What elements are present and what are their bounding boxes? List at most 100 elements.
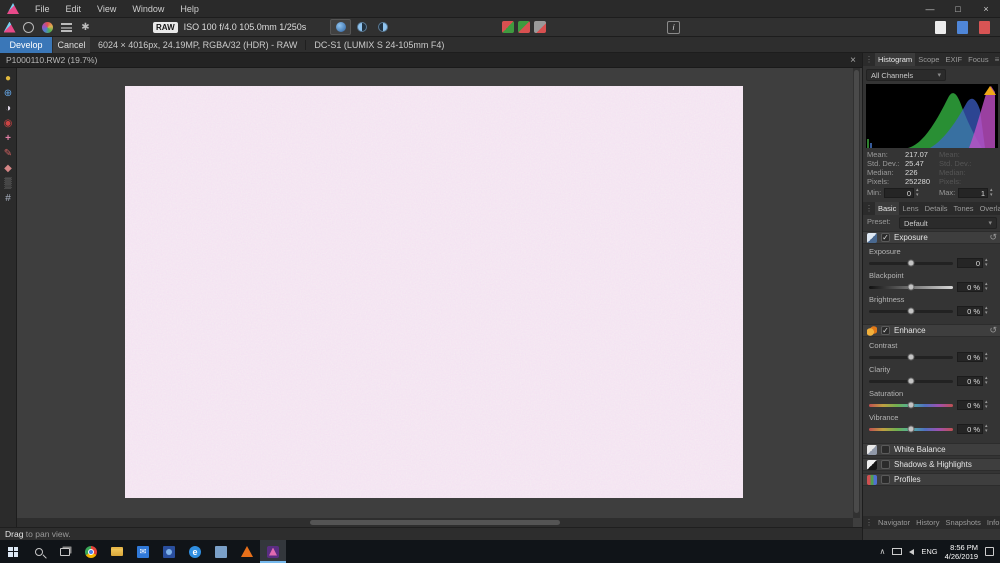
clock-icon[interactable] bbox=[21, 20, 36, 35]
tab-lens[interactable]: Lens bbox=[899, 202, 921, 215]
tab-tones[interactable]: Tones bbox=[951, 202, 977, 215]
tab-histogram[interactable]: Histogram bbox=[875, 53, 916, 66]
white-doc-icon[interactable] bbox=[935, 21, 946, 34]
horizontal-scrollbar[interactable] bbox=[17, 518, 853, 527]
tab-focus[interactable]: Focus bbox=[965, 53, 991, 66]
reset-icon[interactable]: ↺ bbox=[989, 232, 997, 243]
vibrance-steppers[interactable]: ▴ ▾ bbox=[985, 424, 988, 434]
tab-navigator[interactable]: Navigator bbox=[875, 516, 913, 529]
clarity-slider[interactable] bbox=[869, 377, 953, 385]
mirror-view-button[interactable] bbox=[372, 19, 393, 35]
start-button[interactable] bbox=[0, 540, 26, 563]
zoom-tool[interactable]: ⊕ bbox=[2, 87, 15, 100]
enhance-checkbox[interactable]: ✓ bbox=[881, 326, 890, 335]
language-indicator[interactable]: ENG bbox=[921, 547, 937, 556]
taskbar-clock[interactable]: 8:56 PM 4/26/2019 bbox=[945, 543, 978, 561]
clipped-shadows-icon[interactable] bbox=[518, 21, 530, 33]
clarity-value[interactable]: 0 % bbox=[957, 376, 983, 386]
shadows-highlights-group-header[interactable]: Shadows & Highlights bbox=[863, 458, 1000, 471]
taskbar-app-edge[interactable]: e bbox=[182, 540, 208, 563]
horizontal-scroll-thumb[interactable] bbox=[310, 520, 560, 525]
maximize-button[interactable]: □ bbox=[944, 0, 972, 18]
menu-window[interactable]: Window bbox=[124, 0, 172, 18]
document-tab[interactable]: P1000110.RW2 (19.7%) bbox=[0, 55, 97, 65]
info-button[interactable]: i bbox=[667, 21, 680, 34]
saturation-steppers[interactable]: ▴ ▾ bbox=[985, 400, 988, 410]
exposure-slider[interactable] bbox=[869, 259, 953, 267]
canvas-viewport[interactable] bbox=[17, 68, 862, 527]
close-document-icon[interactable]: × bbox=[850, 55, 856, 66]
tab-info[interactable]: Info bbox=[984, 516, 1000, 529]
profiles-checkbox[interactable] bbox=[881, 475, 890, 484]
exposure-steppers[interactable]: ▴ ▾ bbox=[985, 258, 988, 268]
blackpoint-value[interactable]: 0 % bbox=[957, 282, 983, 292]
menu-view[interactable]: View bbox=[89, 0, 124, 18]
tab-basic[interactable]: Basic bbox=[875, 202, 900, 215]
vibrance-slider[interactable] bbox=[869, 425, 953, 433]
clipped-highlights-icon[interactable] bbox=[502, 21, 514, 33]
clarity-steppers[interactable]: ▴ ▾ bbox=[985, 376, 988, 386]
overlay-gradient-tool[interactable]: ▒ bbox=[2, 177, 15, 190]
vertical-scroll-thumb[interactable] bbox=[854, 70, 859, 513]
cancel-button[interactable]: Cancel bbox=[52, 36, 90, 53]
slider-handle[interactable] bbox=[907, 283, 915, 291]
taskbar-search-button[interactable] bbox=[26, 540, 52, 563]
panel-grip-icon[interactable]: ⋮ bbox=[863, 204, 875, 213]
blackpoint-slider[interactable] bbox=[869, 283, 953, 291]
min-input[interactable]: 0 bbox=[884, 188, 914, 198]
overlay-erase-tool[interactable]: ◆ bbox=[2, 162, 15, 175]
exposure-checkbox[interactable]: ✓ bbox=[881, 233, 890, 242]
channel-selector[interactable]: All Channels ▾ bbox=[866, 69, 946, 81]
settings-gear-icon[interactable]: ✱ bbox=[78, 20, 93, 35]
shadows-highlights-checkbox[interactable] bbox=[881, 460, 890, 469]
slider-handle[interactable] bbox=[907, 425, 915, 433]
slider-handle[interactable] bbox=[907, 401, 915, 409]
red-eye-removal-tool[interactable]: ◉ bbox=[2, 117, 15, 130]
tab-overlays[interactable]: Overlays bbox=[977, 202, 1000, 215]
white-balance-group-header[interactable]: White Balance bbox=[863, 443, 1000, 456]
taskbar-app-affinity-photo[interactable] bbox=[260, 540, 286, 563]
white-balance-tool[interactable]: ◑ bbox=[2, 102, 15, 115]
tray-chevron-up-icon[interactable]: ∧ bbox=[880, 547, 886, 556]
max-steppers[interactable]: ▴ ▾ bbox=[990, 188, 993, 198]
taskbar-app-chrome[interactable] bbox=[78, 540, 104, 563]
white-balance-checkbox[interactable] bbox=[881, 445, 890, 454]
max-input[interactable]: 1 bbox=[958, 188, 988, 198]
minimize-button[interactable]: — bbox=[916, 0, 944, 18]
assistant-icon[interactable] bbox=[40, 20, 55, 35]
taskbar-app-photos[interactable] bbox=[156, 540, 182, 563]
slider-handle[interactable] bbox=[907, 259, 915, 267]
auto-levels-icon[interactable] bbox=[59, 20, 74, 35]
taskbar-app-mail[interactable]: ✉ bbox=[130, 540, 156, 563]
task-view-button[interactable] bbox=[52, 540, 78, 563]
contrast-slider[interactable] bbox=[869, 353, 953, 361]
menu-help[interactable]: Help bbox=[172, 0, 207, 18]
brightness-steppers[interactable]: ▴ ▾ bbox=[985, 306, 988, 316]
saturation-value[interactable]: 0 % bbox=[957, 400, 983, 410]
tab-scope[interactable]: Scope bbox=[915, 53, 942, 66]
panel-menu-icon[interactable]: ≡ bbox=[992, 55, 1000, 64]
red-doc-icon[interactable] bbox=[979, 21, 990, 34]
action-center-icon[interactable] bbox=[985, 547, 994, 556]
taskbar-app-store[interactable] bbox=[208, 540, 234, 563]
exposure-group-header[interactable]: ✓ Exposure ↺ bbox=[863, 231, 1000, 244]
taskbar-app-vlc[interactable] bbox=[234, 540, 260, 563]
slider-handle[interactable] bbox=[907, 353, 915, 361]
vibrance-value[interactable]: 0 % bbox=[957, 424, 983, 434]
brightness-slider[interactable] bbox=[869, 307, 953, 315]
taskbar-app-file-explorer[interactable] bbox=[104, 540, 130, 563]
speaker-icon[interactable] bbox=[909, 548, 915, 555]
menu-edit[interactable]: Edit bbox=[58, 0, 90, 18]
blemish-removal-tool[interactable]: + bbox=[2, 132, 15, 145]
contrast-value[interactable]: 0 % bbox=[957, 352, 983, 362]
overlay-paint-tool[interactable]: ✎ bbox=[2, 147, 15, 160]
single-view-button[interactable] bbox=[330, 19, 351, 35]
blue-doc-icon[interactable] bbox=[957, 21, 968, 34]
enhance-group-header[interactable]: ✓ Enhance ↺ bbox=[863, 324, 1000, 337]
panel-grip-icon[interactable]: ⋮ bbox=[863, 55, 875, 64]
histogram-graph[interactable] bbox=[866, 84, 998, 148]
slider-handle[interactable] bbox=[907, 307, 915, 315]
split-view-button[interactable] bbox=[351, 19, 372, 35]
crop-tool[interactable]: # bbox=[2, 192, 15, 205]
tab-details[interactable]: Details bbox=[922, 202, 951, 215]
